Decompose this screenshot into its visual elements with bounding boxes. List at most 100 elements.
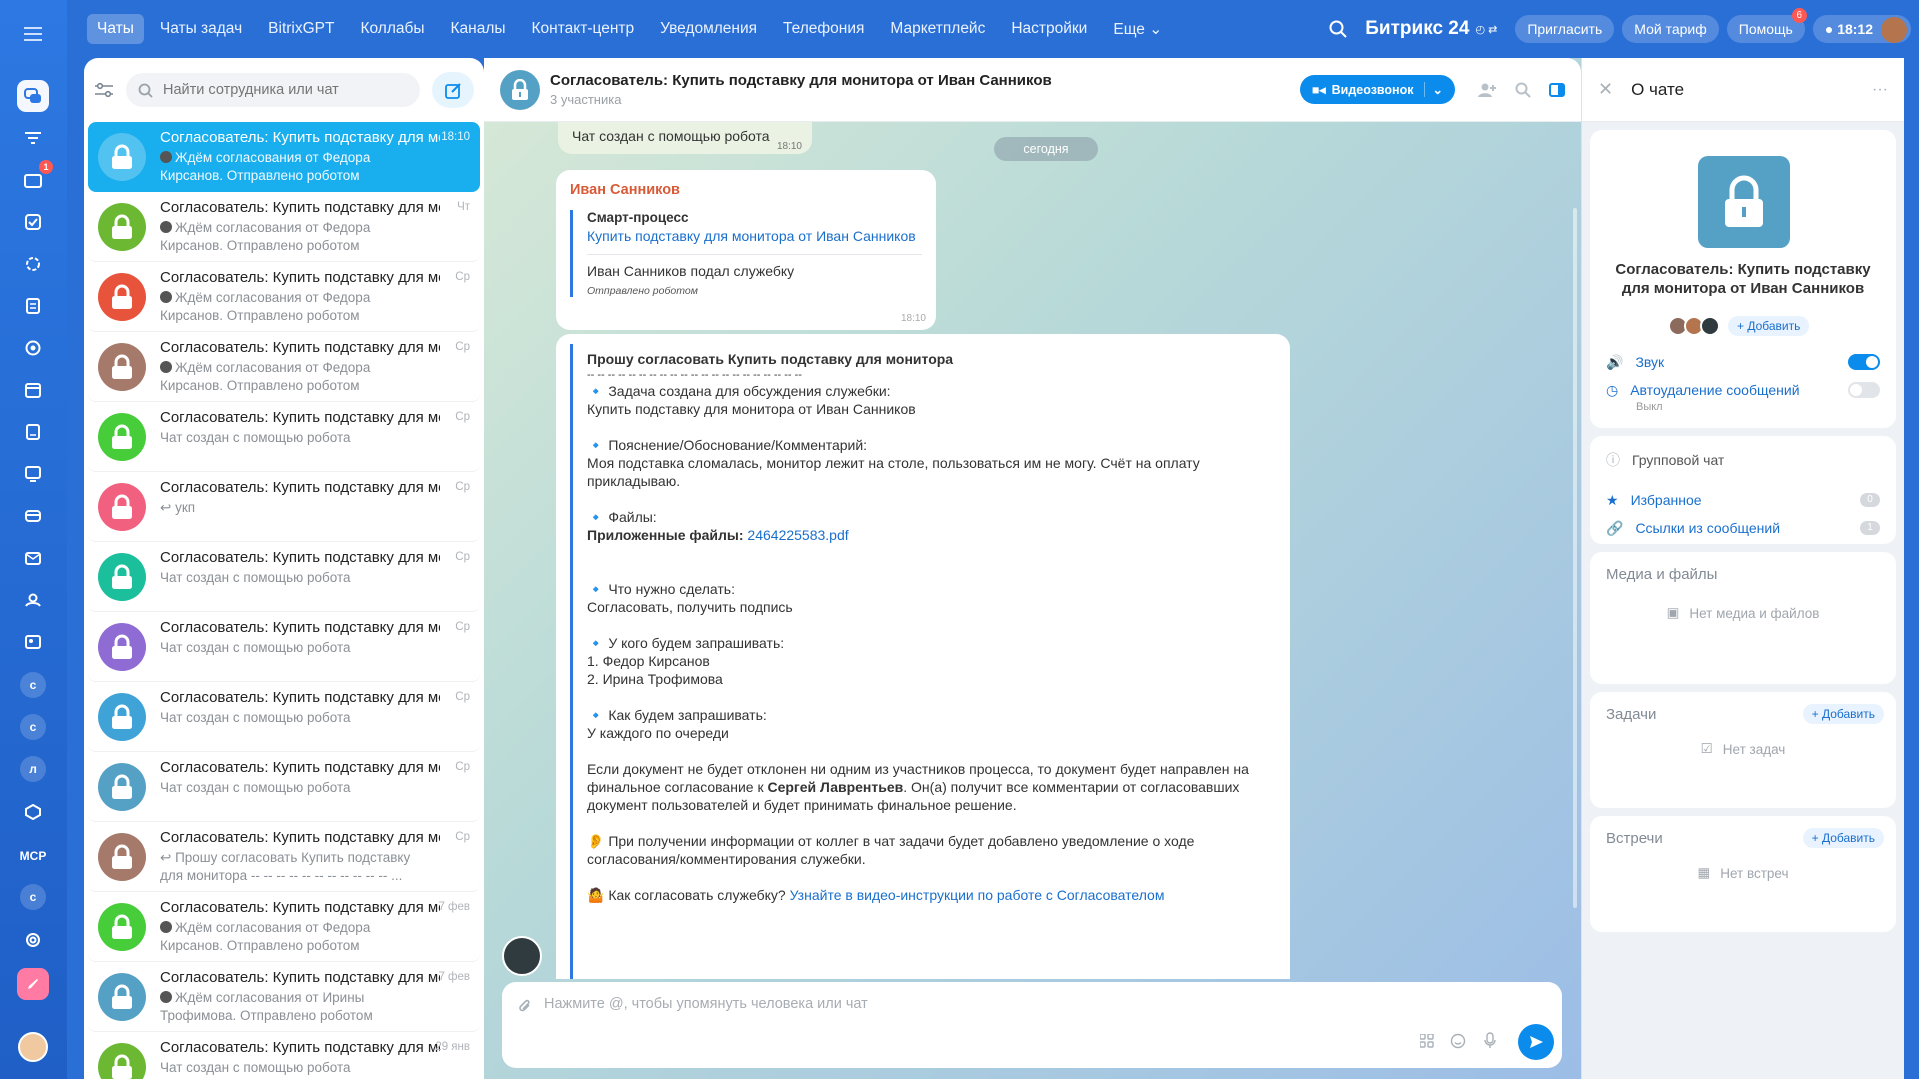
search-input[interactable] xyxy=(163,82,383,98)
help-button[interactable]: Помощь 6 xyxy=(1726,8,1807,43)
search-box[interactable] xyxy=(126,73,420,107)
feed-icon[interactable] xyxy=(17,122,49,154)
close-icon[interactable]: ✕ xyxy=(1598,79,1613,100)
message-author[interactable]: Иван Санников xyxy=(556,170,936,198)
rail-mcp[interactable]: МСР xyxy=(17,840,49,872)
tasks-icon[interactable] xyxy=(17,206,49,238)
rail-group-4[interactable]: с xyxy=(20,884,46,910)
nav-marketplace[interactable]: Маркетплейс xyxy=(880,14,995,44)
message-input-box: Нажмите @, чтобы упомянуть человека или … xyxy=(502,982,1562,1068)
search-icon[interactable] xyxy=(1329,20,1347,38)
rocket-icon[interactable] xyxy=(17,968,49,1000)
tasks-empty: ☑ Нет задач xyxy=(1590,741,1896,757)
rail-group-1[interactable]: с xyxy=(20,672,46,698)
rail-group-3[interactable]: л xyxy=(20,756,46,782)
rail-group-2[interactable]: с xyxy=(20,714,46,740)
chat-name: Согласователь: Купить подставку для мони… xyxy=(1615,261,1871,297)
board-icon[interactable] xyxy=(17,458,49,490)
disk-icon[interactable] xyxy=(17,416,49,448)
chat-list-item[interactable]: Согласователь: Купить подставку для мони… xyxy=(88,122,480,192)
nav-contact-center[interactable]: Контакт-центр xyxy=(522,14,645,44)
dialog-avatar[interactable] xyxy=(500,69,540,110)
sites-icon[interactable] xyxy=(17,332,49,364)
chat-list-item[interactable]: Согласователь: Купить подставку для мони… xyxy=(88,682,480,752)
worktime-button[interactable]: ● 18:12 xyxy=(1812,15,1911,43)
sound-toggle[interactable] xyxy=(1848,354,1880,370)
search-messages-icon[interactable] xyxy=(1515,82,1531,98)
chat-list-item[interactable]: Согласователь: Купить подставку для мони… xyxy=(88,822,480,892)
chat-list-item[interactable]: Согласователь: Купить подставку для мони… xyxy=(88,612,480,682)
scrollbar[interactable] xyxy=(1573,208,1577,908)
chat-list-item[interactable]: Согласователь: Купить подставку для мони… xyxy=(88,472,480,542)
chat-list-item[interactable]: Согласователь: Купить подставку для мони… xyxy=(88,402,480,472)
inbox-icon[interactable]: 1 xyxy=(17,160,53,196)
microphone-icon[interactable] xyxy=(1484,1032,1496,1049)
chat-avatar[interactable] xyxy=(1698,156,1790,248)
chat-list-item[interactable]: Согласователь: Купить подставку для мони… xyxy=(88,262,480,332)
nav-telephony[interactable]: Телефония xyxy=(773,14,874,44)
nav-collabs[interactable]: Коллабы xyxy=(350,14,434,44)
member-avatar[interactable] xyxy=(1700,316,1720,336)
chat-list-item[interactable]: Согласователь: Купить подставку для мони… xyxy=(88,542,480,612)
videocall-button[interactable]: ■◂ Видеозвонок ⌄ xyxy=(1299,75,1455,104)
emoji-icon[interactable] xyxy=(1450,1033,1466,1049)
favorites-row[interactable]: ★ Избранное 0 xyxy=(1590,486,1896,514)
autodelete-row[interactable]: ◷ Автоудаление сообщений xyxy=(1590,376,1896,404)
chevron-down-icon[interactable]: ⌄ xyxy=(1423,82,1443,97)
calendar-icon[interactable] xyxy=(17,374,49,406)
nav-task-chats[interactable]: Чаты задач xyxy=(150,14,252,44)
add-member-button[interactable]: + Добавить xyxy=(1728,316,1810,336)
add-user-icon[interactable] xyxy=(1477,82,1497,98)
filter-icon[interactable] xyxy=(94,82,114,98)
instruction-link[interactable]: Узнайте в видео-инструкции по работе с С… xyxy=(790,887,1165,903)
send-button[interactable] xyxy=(1518,1024,1554,1060)
invite-button[interactable]: Пригласить xyxy=(1515,15,1615,43)
sound-row[interactable]: 🔊 Звук xyxy=(1590,348,1896,376)
autodelete-toggle[interactable] xyxy=(1848,382,1880,398)
chat-avatar xyxy=(98,763,146,811)
chat-list-item[interactable]: Согласователь: Купить подставку для мони… xyxy=(88,962,480,1032)
chat-list-item[interactable]: Согласователь: Купить подставку для мони… xyxy=(88,332,480,402)
group-chat-label: Групповой чат xyxy=(1632,452,1725,468)
nav-bitrixgpt[interactable]: BitrixGPT xyxy=(258,14,344,44)
add-meeting-button[interactable]: + Добавить xyxy=(1802,828,1884,848)
apps-grid-icon[interactable] xyxy=(1420,1034,1434,1048)
nav-notifications[interactable]: Уведомления xyxy=(650,14,767,44)
tariff-button[interactable]: Мой тариф xyxy=(1622,15,1719,43)
chat-preview-line2: Кирсанов. Отправлено роботом xyxy=(160,378,360,393)
menu-icon[interactable] xyxy=(17,18,49,50)
sidebar-toggle-icon[interactable] xyxy=(1549,82,1565,97)
dialog-title[interactable]: Согласователь: Купить подставку для мони… xyxy=(550,72,1052,89)
apps-icon[interactable] xyxy=(17,796,49,828)
attach-link[interactable]: Купить подставку для монитора от Иван Са… xyxy=(587,228,922,244)
chat-list-item[interactable]: Согласователь: Купить подставку для мони… xyxy=(88,752,480,822)
employees-icon[interactable] xyxy=(17,584,49,616)
settings-icon[interactable] xyxy=(17,924,49,956)
contacts-icon[interactable] xyxy=(17,626,49,658)
chat-list-item[interactable]: Согласователь: Купить подставку для мони… xyxy=(88,892,480,962)
more-icon[interactable]: ··· xyxy=(1872,81,1888,99)
sender-mini-avatar xyxy=(160,221,172,233)
chat-list-item[interactable]: Согласователь: Купить подставку для мони… xyxy=(88,192,480,262)
nav-settings[interactable]: Настройки xyxy=(1001,14,1097,44)
nav-chats[interactable]: Чаты xyxy=(87,14,144,44)
docs-icon[interactable] xyxy=(17,290,49,322)
messenger-icon[interactable] xyxy=(17,80,49,112)
chat-avatar xyxy=(98,273,146,321)
nav-channels[interactable]: Каналы xyxy=(441,14,516,44)
user-avatar[interactable] xyxy=(18,1032,48,1062)
dialog-panel: Согласователь: Купить подставку для мони… xyxy=(484,58,1581,1079)
add-task-button[interactable]: + Добавить xyxy=(1802,704,1884,724)
new-chat-button[interactable] xyxy=(432,72,474,108)
chat-list-item[interactable]: Согласователь: Купить подставку для мони… xyxy=(88,1032,480,1079)
links-row[interactable]: 🔗 Ссылки из сообщений 1 xyxy=(1590,514,1896,542)
sender-avatar[interactable] xyxy=(502,936,542,976)
attach-icon[interactable] xyxy=(518,998,532,1014)
nav-more[interactable]: Еще ⌄ xyxy=(1103,14,1172,45)
mail-icon[interactable] xyxy=(17,542,49,574)
crm-icon[interactable] xyxy=(17,248,49,280)
file-link[interactable]: 2464225583.pdf xyxy=(747,527,848,543)
store-icon[interactable] xyxy=(17,500,49,532)
dialog-members[interactable]: 3 участника xyxy=(550,92,1052,107)
message-input[interactable]: Нажмите @, чтобы упомянуть человека или … xyxy=(544,996,868,1012)
